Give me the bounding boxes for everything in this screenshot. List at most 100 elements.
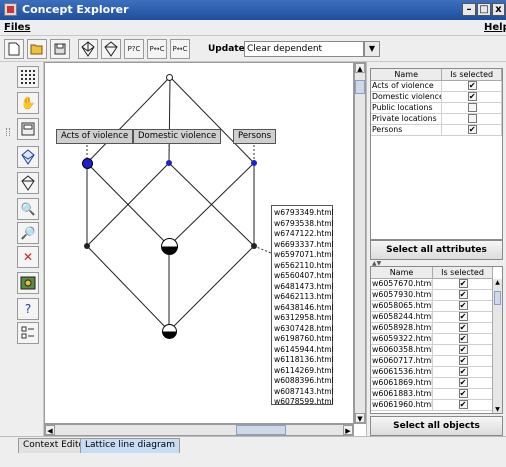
scroll-up-icon[interactable]: ▲ bbox=[355, 63, 365, 73]
attribute-row[interactable]: Private locations bbox=[371, 114, 502, 125]
drag-grip[interactable] bbox=[6, 128, 10, 136]
open-button[interactable] bbox=[27, 39, 47, 59]
object-checkbox[interactable]: ✔ bbox=[458, 400, 468, 409]
scroll-left-icon[interactable]: ◀ bbox=[45, 425, 55, 435]
object-checkbox[interactable]: ✔ bbox=[458, 356, 468, 365]
concept-node-right[interactable] bbox=[251, 243, 257, 249]
objects-scrollbar[interactable]: ▲ ▼ bbox=[492, 279, 502, 413]
object-checkbox[interactable]: ✔ bbox=[458, 334, 468, 343]
object-checkbox[interactable]: ✔ bbox=[458, 323, 468, 332]
diagram-horizontal-scrollbar[interactable] bbox=[44, 424, 354, 436]
object-checkbox[interactable]: ✔ bbox=[458, 312, 468, 321]
attribute-checkbox[interactable] bbox=[467, 114, 477, 123]
object-row[interactable]: w6060717.html ✔ bbox=[371, 356, 502, 367]
object-row[interactable]: w6057930.html ✔ bbox=[371, 290, 502, 301]
select-all-attributes-button[interactable]: Select all attributes bbox=[370, 240, 503, 260]
attribute-row[interactable]: Domestic violence ✔ bbox=[371, 92, 502, 103]
update-dropdown[interactable]: Clear dependent bbox=[244, 41, 364, 57]
concept-node-top[interactable] bbox=[166, 74, 173, 81]
object-label: w6145944.html bbox=[274, 344, 334, 354]
attribute-row[interactable]: Persons ✔ bbox=[371, 125, 502, 136]
concept-node-center[interactable] bbox=[161, 238, 178, 255]
p-both-c-button[interactable]: P↔C bbox=[170, 39, 190, 59]
lattice-diagram-canvas[interactable]: Acts of violence Domestic violence Perso… bbox=[44, 62, 354, 424]
object-checkbox[interactable]: ✔ bbox=[458, 279, 468, 288]
horizontal-scroll-thumb[interactable] bbox=[236, 425, 286, 435]
concept-node-left[interactable] bbox=[84, 243, 90, 249]
label-persons[interactable]: Persons bbox=[233, 129, 276, 144]
maximize-button[interactable]: □ bbox=[477, 3, 491, 16]
attribute-checkbox[interactable]: ✔ bbox=[467, 125, 477, 134]
object-row[interactable]: w6058244.html ✔ bbox=[371, 312, 502, 323]
minimize-button[interactable]: – bbox=[462, 3, 476, 16]
column-header-name[interactable]: Name bbox=[371, 69, 443, 81]
menu-help[interactable]: Help bbox=[484, 22, 506, 33]
object-checkbox[interactable]: ✔ bbox=[458, 301, 468, 310]
object-checkbox[interactable]: ✔ bbox=[458, 389, 468, 398]
remove-tool[interactable]: ✕ bbox=[17, 246, 39, 268]
label-domestic-violence[interactable]: Domestic violence bbox=[133, 129, 222, 144]
column-header-selected[interactable]: Is selected bbox=[433, 267, 493, 279]
save-button[interactable] bbox=[50, 39, 70, 59]
object-selected-cell: ✔ bbox=[433, 323, 493, 334]
object-row[interactable]: w6058065.html ✔ bbox=[371, 301, 502, 312]
object-checkbox[interactable]: ✔ bbox=[458, 378, 468, 387]
tab-lattice-line-diagram[interactable]: Lattice line diagram bbox=[80, 438, 180, 453]
concept-node-persons[interactable] bbox=[251, 160, 257, 166]
object-row[interactable]: w6061869.html ✔ bbox=[371, 378, 502, 389]
attribute-row[interactable]: Public locations bbox=[371, 103, 502, 114]
lattice-b-icon bbox=[104, 41, 118, 57]
vertical-scroll-thumb[interactable] bbox=[355, 80, 365, 94]
object-row[interactable]: w6061536.html ✔ bbox=[371, 367, 502, 378]
concept-node-domestic[interactable] bbox=[166, 160, 172, 166]
new-button[interactable] bbox=[4, 39, 24, 59]
object-name: w6057670.html bbox=[371, 279, 433, 290]
object-checkbox[interactable]: ✔ bbox=[458, 345, 468, 354]
menu-files[interactable]: Files bbox=[4, 22, 30, 33]
square-tool[interactable] bbox=[17, 118, 39, 140]
object-row[interactable]: w6060358.html ✔ bbox=[371, 345, 502, 356]
scroll-right-icon[interactable]: ▶ bbox=[343, 425, 353, 435]
zoom-in-tool[interactable]: 🔍 bbox=[17, 198, 39, 220]
column-header-selected[interactable]: Is selected bbox=[442, 69, 502, 81]
attribute-selected-cell: ✔ bbox=[442, 81, 502, 92]
list-tool[interactable] bbox=[17, 322, 39, 344]
attribute-checkbox[interactable] bbox=[467, 103, 477, 112]
object-row[interactable]: w6057670.html ✔ bbox=[371, 279, 502, 290]
attribute-row[interactable]: Acts of violence ✔ bbox=[371, 81, 502, 92]
scroll-up-icon[interactable]: ▲ bbox=[493, 279, 502, 286]
hand-tool[interactable]: ✋ bbox=[17, 92, 39, 114]
concept-node-acts[interactable] bbox=[82, 158, 93, 169]
right-panel: Name Is selected Acts of violence ✔ Domest… bbox=[370, 62, 506, 436]
object-row[interactable]: w6059322.html ✔ bbox=[371, 334, 502, 345]
object-row[interactable]: w6058928.html ✔ bbox=[371, 323, 502, 334]
object-row[interactable]: w6061960.html ✔ bbox=[371, 400, 502, 411]
object-checkbox[interactable]: ✔ bbox=[458, 367, 468, 376]
object-selected-cell: ✔ bbox=[433, 312, 493, 323]
object-row[interactable]: w6061883.html ✔ bbox=[371, 389, 502, 400]
grid-tool[interactable] bbox=[17, 66, 39, 88]
lattice-b-button[interactable] bbox=[101, 39, 121, 59]
diagram-vertical-scrollbar[interactable] bbox=[354, 62, 366, 424]
attribute-checkbox[interactable]: ✔ bbox=[467, 92, 477, 101]
screenshot-tool[interactable] bbox=[17, 272, 39, 294]
select-all-objects-button[interactable]: Select all objects bbox=[370, 416, 503, 436]
p-c-button[interactable]: P?C bbox=[124, 39, 144, 59]
chevron-down-icon[interactable]: ▼ bbox=[364, 41, 380, 57]
p-to-c-button[interactable]: P↔C bbox=[147, 39, 167, 59]
object-checkbox[interactable]: ✔ bbox=[458, 290, 468, 299]
scroll-down-icon[interactable]: ▼ bbox=[355, 413, 365, 423]
label-acts-of-violence[interactable]: Acts of violence bbox=[56, 129, 134, 144]
object-label-list[interactable]: w6793349.html w6793538.html w6747122.htm… bbox=[271, 205, 334, 406]
objects-scroll-thumb[interactable] bbox=[494, 291, 501, 305]
help-tool[interactable]: ? bbox=[17, 298, 39, 320]
close-button[interactable]: x bbox=[492, 3, 505, 16]
concept-node-bottom[interactable] bbox=[162, 324, 177, 339]
lattice-tool[interactable] bbox=[17, 146, 39, 168]
lattice-b-tool[interactable] bbox=[17, 172, 39, 194]
lattice-a-button[interactable] bbox=[78, 39, 98, 59]
column-header-name[interactable]: Name bbox=[371, 267, 433, 279]
zoom-out-tool[interactable]: 🔎 bbox=[17, 222, 39, 244]
scroll-down-icon[interactable]: ▼ bbox=[493, 406, 502, 413]
attribute-checkbox[interactable]: ✔ bbox=[467, 81, 477, 90]
